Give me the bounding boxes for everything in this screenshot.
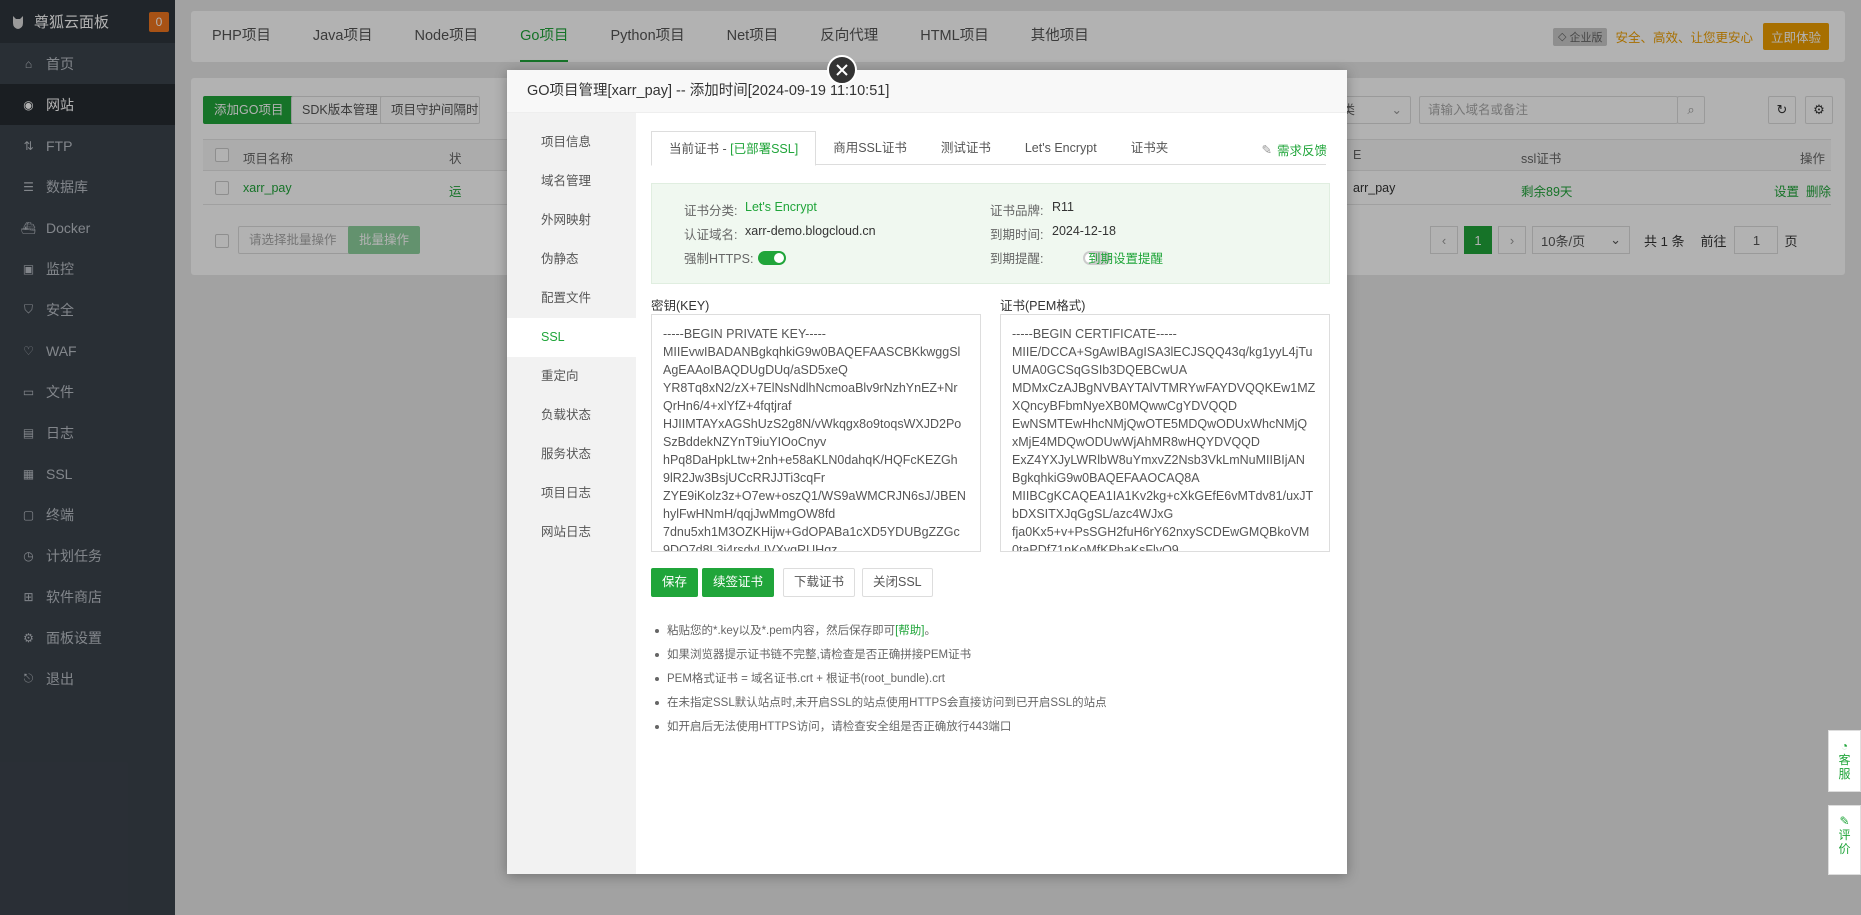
edit-icon: ✎ [1839,814,1850,828]
pem-label: 证书(PEM格式) [1000,299,1086,313]
modal-nav-ssl[interactable]: SSL [507,318,636,357]
tip-item: 在未指定SSL默认站点时,未开启SSL的站点使用HTTPS会直接访问到已开启SS… [653,691,1107,715]
cert-brand-value: R11 [1052,200,1075,214]
modal-nav-config[interactable]: 配置文件 [507,279,636,318]
key-label: 密钥(KEY) [651,299,710,313]
modal-nav-port-mapping[interactable]: 外网映射 [507,201,636,240]
tab-commercial-ssl[interactable]: 商用SSL证书 [816,131,924,165]
modal-nav-domain[interactable]: 域名管理 [507,162,636,201]
tab-current-cert[interactable]: 当前证书 - [已部署SSL] [651,131,817,166]
expire-remind-label: 到期提醒: [990,252,1044,266]
feedback-link[interactable]: ✎ 需求反馈 [1262,140,1328,159]
cert-expire-label: 到期时间: [990,228,1044,242]
modal-nav-project-log[interactable]: 项目日志 [507,474,636,513]
force-https-label: 强制HTTPS: [684,252,754,266]
modal-title: GO项目管理[xarr_pay] -- 添加时间[2024-09-19 11:1… [507,70,1347,113]
cert-info-box: 证书分类: Let's Encrypt 认证域名: xarr-demo.blog… [651,183,1330,284]
modal-nav-load-status[interactable]: 负载状态 [507,396,636,435]
close-icon [836,64,848,76]
tab-lets-encrypt[interactable]: Let's Encrypt [1008,131,1114,165]
cert-domain-label: 认证域名: [684,228,738,242]
close-ssl-button[interactable]: 关闭SSL [862,568,933,597]
modal-nav-site-log[interactable]: 网站日志 [507,513,636,552]
modal-close-button[interactable] [827,55,857,85]
modal-nav-project-info[interactable]: 项目信息 [507,123,636,162]
go-project-modal: GO项目管理[xarr_pay] -- 添加时间[2024-09-19 11:1… [507,70,1347,874]
tip-item: 如果浏览器提示证书链不完整,请检查是否正确拼接PEM证书 [653,643,1107,667]
save-button[interactable]: 保存 [651,568,699,597]
tab-test-cert[interactable]: 测试证书 [924,131,1008,165]
certificate-textarea[interactable]: -----BEGIN CERTIFICATE----- MIIE/DCCA+Sg… [1000,314,1330,552]
tab-cert-folder[interactable]: 证书夹 [1114,131,1186,165]
rate-button[interactable]: ✎ 评价 [1828,805,1861,875]
headset-icon: ◔ [1840,739,1849,753]
ssl-tips: 粘贴您的*.key以及*.pem内容，然后保存即可[帮助]。 如果浏览器提示证书… [653,619,1107,739]
modal-nav-redirect[interactable]: 重定向 [507,357,636,396]
private-key-textarea[interactable]: -----BEGIN PRIVATE KEY----- MIIEvwIBADAN… [651,314,981,552]
cert-expire-value: 2024-12-18 [1052,224,1116,238]
cert-domain-value: xarr-demo.blogcloud.cn [745,224,876,238]
download-cert-button[interactable]: 下载证书 [783,568,856,597]
force-https-toggle[interactable] [758,250,786,265]
cert-category-value: Let's Encrypt [745,200,817,214]
help-link[interactable]: [帮助] [895,625,924,637]
modal-nav-rewrite[interactable]: 伪静态 [507,240,636,279]
modal-nav: 项目信息 域名管理 外网映射 伪静态 配置文件 SSL 重定向 负载状态 服务状… [507,113,636,874]
tip-item: PEM格式证书 = 域名证书.crt + 根证书(root_bundle).cr… [653,667,1107,691]
modal-nav-service-status[interactable]: 服务状态 [507,435,636,474]
renew-cert-button[interactable]: 续签证书 [702,568,775,597]
cert-brand-label: 证书品牌: [990,204,1044,218]
tip-item: 如开启后无法使用HTTPS访问，请检查安全组是否正确放行443端口 [653,715,1107,739]
ssl-tabs: 当前证书 - [已部署SSL] 商用SSL证书 测试证书 Let's Encry… [651,131,1326,166]
edit-icon: ✎ [1261,143,1272,157]
expire-remind-link[interactable]: 到期设置提醒 [1088,248,1163,267]
ssl-content: 当前证书 - [已部署SSL] 商用SSL证书 测试证书 Let's Encry… [636,113,1347,874]
cert-category-label: 证书分类: [684,204,738,218]
tip-item: 粘贴您的*.key以及*.pem内容，然后保存即可[帮助]。 [653,619,1107,643]
customer-service-button[interactable]: ◔ 客服 [1828,730,1861,792]
